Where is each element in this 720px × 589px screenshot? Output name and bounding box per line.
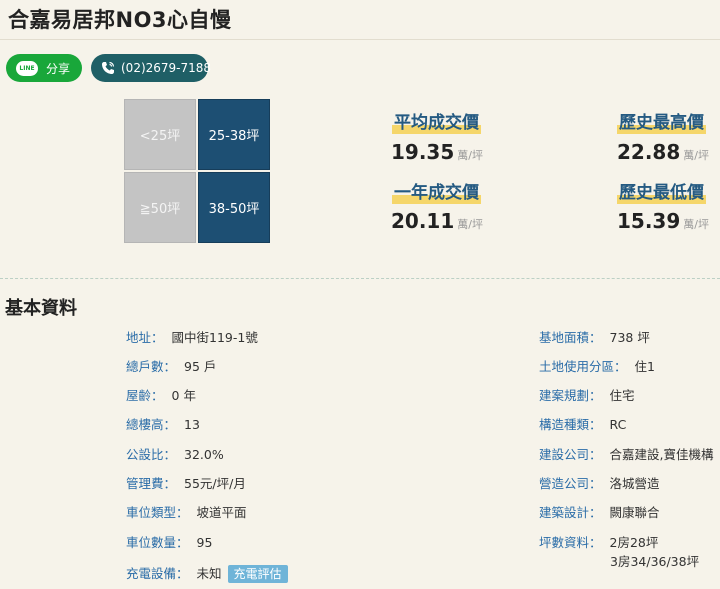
section-divider bbox=[0, 278, 720, 279]
share-button[interactable]: LINE 分享 bbox=[6, 54, 82, 82]
size-tile-label: 38-50坪 bbox=[208, 202, 260, 217]
share-label: 分享 bbox=[45, 61, 70, 76]
size-tile-25-38[interactable]: 25-38坪 bbox=[198, 99, 270, 170]
size-tile-38-50[interactable]: 38-50坪 bbox=[198, 172, 270, 243]
info-public-ratio: 公設比： 32.0% bbox=[126, 447, 224, 462]
charging-evaluate-button[interactable]: 充電評估 bbox=[227, 565, 288, 583]
info-charging: 充電設備： 未知 充電評估 bbox=[126, 565, 288, 583]
page-title: 合嘉易居邦NO3心自慢 bbox=[8, 8, 232, 32]
line-icon: LINE bbox=[16, 60, 38, 76]
avg-price-label: 平均成交價 bbox=[392, 112, 481, 134]
size-tile-under-25[interactable]: <25坪 bbox=[124, 99, 196, 170]
hist-low-value: 15.39 萬/坪 bbox=[617, 209, 709, 233]
info-structure: 構造種類： RC bbox=[539, 417, 627, 432]
info-zoning: 土地使用分區： 住1 bbox=[539, 359, 655, 374]
info-unit-sizes: 坪數資料： 2房28坪 bbox=[539, 535, 659, 550]
info-address: 地址： 國中街119-1號 bbox=[126, 330, 258, 345]
info-parking-count: 車位數量： 95 bbox=[126, 535, 213, 550]
info-age: 屋齡： 0 年 bbox=[126, 388, 196, 403]
info-developer: 建設公司： 合嘉建設,寶佳機構 bbox=[539, 447, 714, 462]
info-constructor: 營造公司： 洛城營造 bbox=[539, 476, 660, 491]
hist-low-label: 歷史最低價 bbox=[617, 182, 706, 204]
info-planning: 建案規劃： 住宅 bbox=[539, 388, 635, 403]
phone-number: (02)2679-7188 bbox=[121, 61, 212, 75]
hist-high-label: 歷史最高價 bbox=[617, 112, 706, 134]
size-tile-label: 25-38坪 bbox=[208, 129, 260, 144]
info-parking-type: 車位類型： 坡道平面 bbox=[126, 505, 247, 520]
phone-button[interactable]: (02)2679-7188 bbox=[91, 54, 212, 82]
info-architect: 建築設計： 闕康聯合 bbox=[539, 505, 660, 520]
basic-info-title: 基本資料 bbox=[5, 298, 77, 319]
size-tile-over-50[interactable]: ≧50坪 bbox=[124, 172, 196, 243]
size-tile-label: ≧50坪 bbox=[139, 202, 181, 217]
avg-price-value: 19.35 萬/坪 bbox=[391, 140, 483, 164]
size-tile-label: <25坪 bbox=[139, 129, 181, 144]
title-divider bbox=[0, 39, 720, 40]
info-households: 總戶數： 95 戶 bbox=[126, 359, 217, 374]
year-price-label: 一年成交價 bbox=[392, 182, 481, 204]
info-management-fee: 管理費： 55元/坪/月 bbox=[126, 476, 246, 491]
year-price-value: 20.11 萬/坪 bbox=[391, 209, 483, 233]
info-unit-sizes-line2: 3房34/36/38坪 bbox=[610, 554, 700, 569]
info-land-area: 基地面積： 738 坪 bbox=[539, 330, 650, 345]
hist-high-value: 22.88 萬/坪 bbox=[617, 140, 709, 164]
phone-icon bbox=[101, 61, 115, 75]
info-floors: 總樓高： 13 bbox=[126, 417, 200, 432]
